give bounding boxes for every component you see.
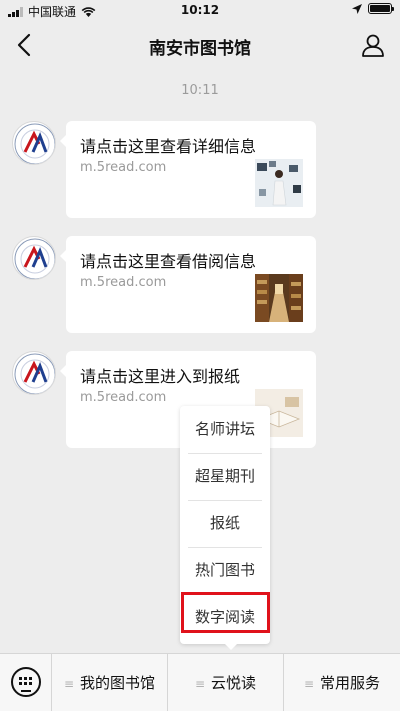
library-avatar[interactable]: [12, 236, 56, 280]
status-time: 10:12: [180, 3, 220, 17]
link-title: 请点击这里查看借阅信息: [80, 252, 257, 271]
library-logo-icon: [14, 238, 55, 279]
library-logo-icon: [14, 123, 55, 164]
submenu-item-master-lectures[interactable]: 名师讲坛: [180, 406, 270, 453]
library-logo-icon: [14, 353, 55, 394]
link-url: m.5read.com: [80, 160, 167, 175]
status-bar: 中国联通 10:12: [0, 0, 400, 20]
menu-tab-my-library[interactable]: ≡ 我的图书馆: [52, 654, 168, 711]
user-icon[interactable]: [360, 32, 386, 58]
menu-tab-label: 云悦读: [211, 674, 257, 692]
menu-tab-cloud-reading[interactable]: ≡ 云悦读: [168, 654, 284, 711]
link-card[interactable]: 请点击这里查看借阅信息 m.5read.com: [60, 236, 316, 333]
keyboard-icon: [11, 667, 41, 697]
menu-tab-common-services[interactable]: ≡ 常用服务: [284, 654, 400, 711]
link-card[interactable]: 请点击这里查看详细信息 m.5read.com: [60, 121, 316, 218]
nav-bar: 南安市图书馆: [0, 20, 400, 70]
link-url: m.5read.com: [80, 390, 167, 405]
bottom-menu-bar: ≡ 我的图书馆 ≡ 云悦读 ≡ 常用服务: [0, 653, 400, 711]
library-avatar[interactable]: [12, 351, 56, 395]
link-title: 请点击这里进入到报纸: [80, 367, 241, 386]
menu-lines-icon: ≡: [303, 677, 315, 691]
menu-lines-icon: ≡: [194, 677, 206, 691]
chat-timestamp: 10:11: [181, 83, 219, 98]
link-url: m.5read.com: [80, 275, 167, 290]
battery-icon: [368, 3, 394, 14]
location-arrow-icon: [352, 3, 362, 14]
menu-tab-label: 常用服务: [320, 674, 381, 692]
menu-lines-icon: ≡: [63, 677, 75, 691]
library-avatar[interactable]: [12, 121, 56, 165]
link-title: 请点击这里查看详细信息: [80, 137, 257, 156]
submenu-item-newspapers[interactable]: 报纸: [180, 500, 270, 547]
thumbnail-image: [255, 274, 303, 322]
chat-message: 请点击这里查看借阅信息 m.5read.com: [0, 236, 400, 336]
popup-caret: [224, 643, 238, 650]
thumbnail-image: [255, 159, 303, 207]
submenu-item-chaoxing-journals[interactable]: 超星期刊: [180, 453, 270, 500]
chat-message: 请点击这里查看详细信息 m.5read.com: [0, 121, 400, 221]
keyboard-toggle-button[interactable]: [0, 654, 52, 711]
status-right: [352, 3, 394, 14]
highlight-box: [181, 592, 270, 633]
submenu-item-popular-books[interactable]: 热门图书: [180, 547, 270, 594]
menu-tab-label: 我的图书馆: [80, 674, 156, 692]
page-title: 南安市图书馆: [149, 39, 251, 59]
